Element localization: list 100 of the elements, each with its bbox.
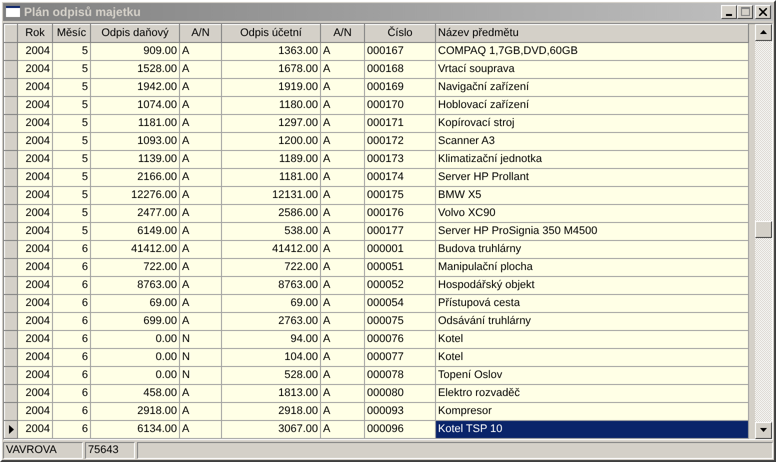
maximize-icon [740, 7, 750, 16]
table-cell: 41412.00 [222, 240, 320, 258]
table-cell: 538.00 [222, 222, 320, 240]
table-cell: 69.00 [222, 294, 320, 312]
close-button[interactable] [755, 4, 771, 19]
table-cell: 5 [52, 78, 90, 96]
scroll-thumb[interactable] [755, 220, 772, 238]
column-header[interactable]: Odpis daňový [90, 24, 180, 42]
table-cell: A [180, 114, 222, 132]
table-cell: 000170 [364, 96, 436, 114]
table-cell: 5 [52, 168, 90, 186]
table-cell: 000078 [364, 366, 436, 384]
table-cell: 2004 [18, 222, 52, 240]
maximize-button[interactable] [737, 4, 753, 19]
table-cell: 3067.00 [222, 420, 320, 438]
table-cell: 722.00 [90, 258, 180, 276]
table-cell: 2763.00 [222, 312, 320, 330]
table-cell: 5 [52, 42, 90, 60]
table-cell: 000077 [364, 348, 436, 366]
table-cell: 2004 [18, 114, 52, 132]
table-cell: Volvo XC90 [436, 204, 748, 222]
table-cell: Manipulační plocha [436, 258, 748, 276]
table-cell: A [180, 78, 222, 96]
table-cell: A [320, 420, 364, 438]
table-cell: 1180.00 [222, 96, 320, 114]
table-cell: A [180, 222, 222, 240]
column-header[interactable]: Rok [18, 24, 52, 42]
table-cell: 5 [52, 132, 90, 150]
table-cell: 1093.00 [90, 132, 180, 150]
table-cell: 12131.00 [222, 186, 320, 204]
table-cell: Kompresor [436, 402, 748, 420]
table-cell: A [180, 168, 222, 186]
row-indicator[interactable] [4, 420, 18, 438]
table-cell: Hoblovací zařízení [436, 96, 748, 114]
table-cell: 2918.00 [90, 402, 180, 420]
table-cell: A [180, 420, 222, 438]
close-icon [759, 8, 767, 16]
table-cell: A [320, 168, 364, 186]
table-cell: Budova truhlárny [436, 240, 748, 258]
table-cell: 000177 [364, 222, 436, 240]
table-cell: A [180, 150, 222, 168]
table-cell: 722.00 [222, 258, 320, 276]
table-cell: 2918.00 [222, 402, 320, 420]
table-cell: 5 [52, 204, 90, 222]
table-cell: 1813.00 [222, 384, 320, 402]
table-cell: A [320, 114, 364, 132]
table-cell: A [320, 186, 364, 204]
window-icon [5, 5, 21, 18]
table-cell: 8763.00 [90, 276, 180, 294]
table-cell: 6 [52, 294, 90, 312]
table-cell: 528.00 [222, 366, 320, 384]
table-cell: 69.00 [90, 294, 180, 312]
table-cell: 104.00 [222, 348, 320, 366]
column-header[interactable]: Název předmětu [436, 24, 748, 42]
table-cell: 0.00 [90, 366, 180, 384]
up-arrow-icon [760, 30, 767, 34]
table-cell: Server HP Prollant [436, 168, 748, 186]
table-cell: 1297.00 [222, 114, 320, 132]
table-cell: A [180, 312, 222, 330]
scroll-down-button[interactable] [755, 422, 772, 438]
status-panel: VAVROVA [3, 442, 83, 459]
window-title: Plán odpisů majetku [24, 4, 142, 19]
table-cell: 000096 [364, 420, 436, 438]
table-cell: 2004 [18, 150, 52, 168]
table-cell: 2586.00 [222, 204, 320, 222]
vertical-scrollbar[interactable] [755, 24, 772, 438]
table-cell: A [320, 402, 364, 420]
column-header[interactable]: Měsíc [52, 24, 90, 42]
column-header[interactable]: A/N [320, 24, 364, 42]
table-cell: 0.00 [90, 348, 180, 366]
table-cell: A [180, 258, 222, 276]
table-cell: 2004 [18, 420, 52, 438]
table-cell: 2004 [18, 204, 52, 222]
table-cell: A [320, 150, 364, 168]
column-header[interactable]: Číslo [364, 24, 436, 42]
table-cell: 000051 [364, 258, 436, 276]
table-cell: A [180, 204, 222, 222]
minimize-button[interactable] [721, 4, 737, 19]
table-cell: 6 [52, 240, 90, 258]
table-cell: A [180, 402, 222, 420]
table-cell: 5 [52, 60, 90, 78]
table-cell: 000174 [364, 168, 436, 186]
table-cell: 000052 [364, 276, 436, 294]
table-cell: Kopírovací stroj [436, 114, 748, 132]
table-cell: 000001 [364, 240, 436, 258]
table-cell: BMW X5 [436, 186, 748, 204]
table-cell: 6 [52, 330, 90, 348]
table-cell: 5 [52, 114, 90, 132]
current-row-icon [8, 424, 14, 434]
table-cell: A [180, 96, 222, 114]
table-cell: Server HP ProSignia 350 M4500 [436, 222, 748, 240]
table-cell: 2004 [18, 60, 52, 78]
table-cell: 6 [52, 384, 90, 402]
table-cell: 2004 [18, 96, 52, 114]
column-header[interactable]: A/N [180, 24, 222, 42]
scroll-up-button[interactable] [755, 24, 772, 40]
table-cell: A [180, 132, 222, 150]
table-cell: 8763.00 [222, 276, 320, 294]
column-header[interactable]: Odpis účetní [222, 24, 320, 42]
table-cell: 1363.00 [222, 42, 320, 60]
